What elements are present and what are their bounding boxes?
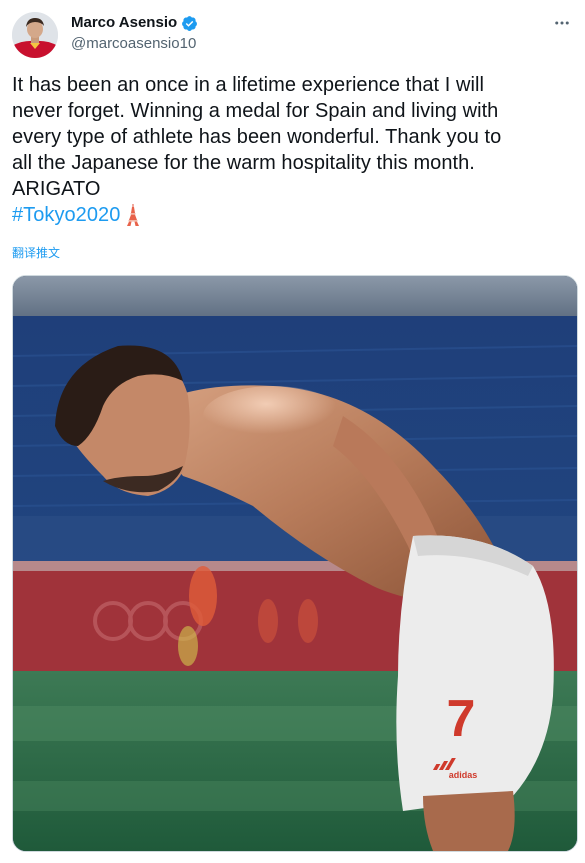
adidas-logo-icon: adidas bbox=[433, 758, 478, 780]
tweet-header: Marco Asensio @marcoasensio10 bbox=[12, 12, 573, 58]
tweet-line: all the Japanese for the warm hospitalit… bbox=[12, 152, 475, 174]
hashtag-link[interactable]: #Tokyo2020 bbox=[12, 202, 120, 228]
tweet-photo[interactable]: 7 adidas bbox=[12, 275, 578, 852]
brand-label: adidas bbox=[449, 770, 478, 780]
shorts-number: 7 bbox=[447, 690, 476, 748]
hashtag-line: #Tokyo2020 bbox=[12, 202, 577, 228]
translate-tweet-link[interactable]: 翻译推文 bbox=[12, 245, 60, 261]
tweet-line: It has been an once in a lifetime experi… bbox=[12, 74, 484, 96]
tweet-line: never forget. Winning a medal for Spain … bbox=[12, 100, 499, 122]
author-name[interactable]: Marco Asensio bbox=[71, 13, 177, 33]
author-handle[interactable]: @marcoasensio10 bbox=[71, 34, 198, 54]
tweet-text: It has been an once in a lifetime experi… bbox=[12, 72, 577, 228]
avatar-image bbox=[12, 12, 58, 58]
tweet-line: ARIGATO bbox=[12, 178, 101, 200]
more-options-icon[interactable] bbox=[551, 12, 573, 34]
author-block: Marco Asensio @marcoasensio10 bbox=[71, 13, 198, 54]
jersey-number: 7 bbox=[447, 690, 476, 748]
verified-badge-icon bbox=[181, 15, 198, 32]
tweet-line: every type of athlete has been wonderful… bbox=[12, 126, 502, 148]
avatar[interactable] bbox=[12, 12, 58, 58]
tokyo-tower-icon bbox=[126, 204, 140, 226]
